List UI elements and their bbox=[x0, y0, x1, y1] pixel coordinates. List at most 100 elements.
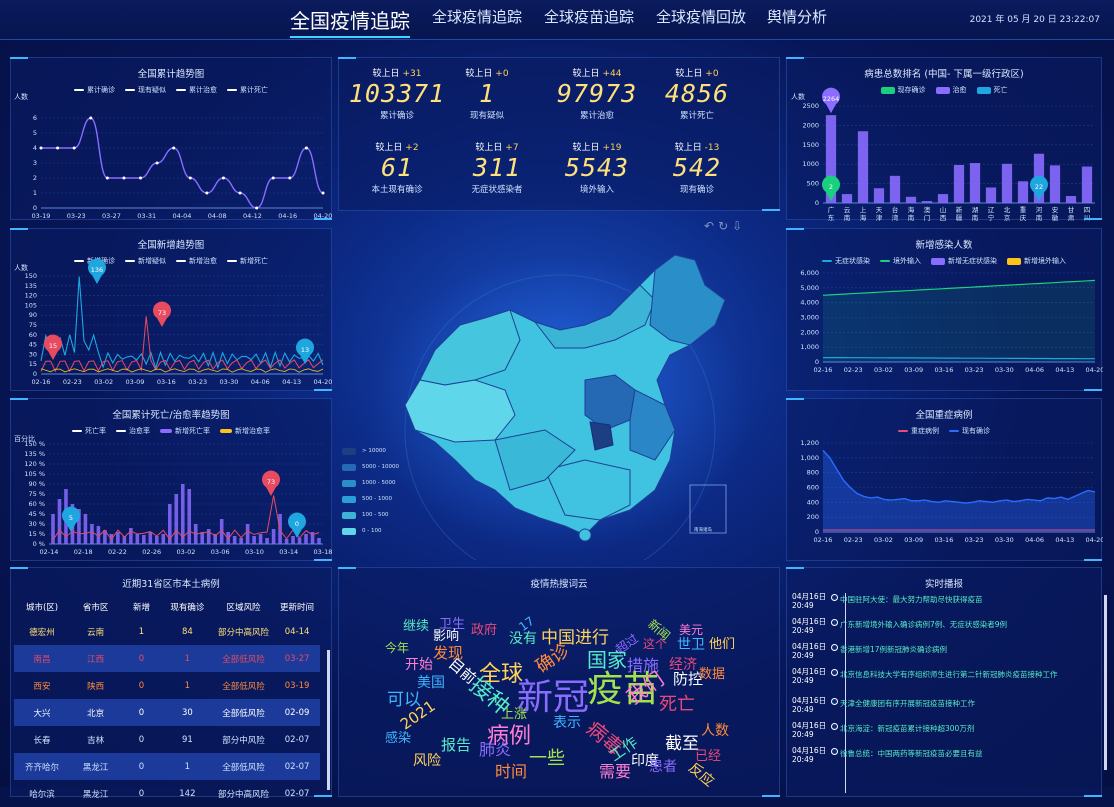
data-point bbox=[288, 176, 292, 180]
x-tick-label: 03-16 bbox=[157, 378, 176, 386]
map-legend-item[interactable]: 5000 - 10000 bbox=[342, 459, 399, 475]
table-header-cell[interactable]: 省市区 bbox=[70, 601, 121, 613]
bar bbox=[284, 539, 289, 544]
cases-scrollbar[interactable] bbox=[327, 650, 330, 790]
table-row[interactable]: 长春 吉林 0 91 部分中风险 02-07 bbox=[14, 726, 320, 753]
table-row[interactable]: 哈尔滨 黑龙江 0 142 部分中高风险 02-07 bbox=[14, 780, 320, 807]
bar bbox=[142, 535, 146, 544]
cloud-word[interactable]: 死亡 bbox=[659, 696, 695, 714]
map-legend-item[interactable]: 1000 - 5000 bbox=[342, 475, 399, 491]
cloud-word[interactable]: 继续 bbox=[403, 620, 429, 633]
cloud-word[interactable]: 确诊 bbox=[532, 640, 574, 678]
table-row[interactable]: 西安 陕西 0 1 全部低风险 03-19 bbox=[14, 672, 320, 699]
tab-sentiment[interactable]: 舆情分析 bbox=[767, 6, 827, 27]
cloud-word[interactable]: 表示 bbox=[553, 716, 581, 730]
table-row[interactable]: 南昌 江西 0 1 全部低风险 03-27 bbox=[14, 645, 320, 672]
x-tick-label: 03-18 bbox=[314, 548, 333, 556]
news-item[interactable]: 04月16日 20:49 北京信息科技大学有序组织师生进行第二针新冠肺炎疫苗接种工作 bbox=[792, 667, 1092, 696]
x-tick-label: 04-12 bbox=[243, 212, 262, 220]
table-cell: 德宏州 bbox=[29, 627, 55, 638]
cloud-word[interactable]: 他们 bbox=[709, 638, 735, 651]
y-tick-label: 60 % bbox=[28, 500, 45, 508]
tab-global[interactable]: 全球疫情追踪 bbox=[432, 6, 522, 27]
cloud-word[interactable]: 患者 bbox=[649, 760, 677, 774]
news-item[interactable]: 04月16日 20:49 广东新增境外输入确诊病例7例、无症状感染者9例 bbox=[792, 617, 1092, 642]
cloud-word[interactable]: 需要 bbox=[599, 764, 631, 780]
table-header-cell[interactable]: 区域风险 bbox=[213, 601, 274, 613]
stat-compare: 较上日 +31 bbox=[372, 69, 422, 79]
cloud-word[interactable]: 风险 bbox=[413, 754, 441, 768]
cloud-word[interactable]: 美元 bbox=[679, 624, 703, 636]
newtrend-chart: 人数 015304560759010512013515002-16 02-23 03… bbox=[14, 258, 332, 386]
tab-vaccine[interactable]: 全球疫苗追踪 bbox=[544, 6, 634, 27]
table-header-cell[interactable]: 城市(区) bbox=[14, 601, 70, 613]
cloud-word[interactable]: 今年 bbox=[385, 642, 409, 654]
cloud-word[interactable]: 国家 bbox=[587, 650, 627, 670]
trend-panel: 全国累计趋势图 累计确诊 现有疑似 累计治愈 累计死亡 人数 0 1 2 3 4 5 6 03… bbox=[10, 57, 332, 220]
cloud-word[interactable]: 世卫 bbox=[677, 638, 705, 652]
cloud-word[interactable]: 没有 bbox=[509, 632, 537, 646]
news-item[interactable]: 04月16日 20:49 香港新增17例新冠肺炎确诊病例 bbox=[792, 642, 1092, 667]
cloud-word[interactable]: 美国 bbox=[417, 676, 445, 690]
map-region-hainan bbox=[578, 528, 592, 542]
y-tick-label: 15 % bbox=[28, 530, 45, 538]
news-item[interactable]: 04月16日 20:49 徐鲁总统：中国两药等新冠疫苗必要且有益 bbox=[792, 746, 1092, 771]
tab-replay[interactable]: 全球疫情回放 bbox=[656, 6, 746, 27]
x-tick-label: 04-06 bbox=[1025, 366, 1044, 374]
table-cell: 84 bbox=[181, 626, 193, 637]
news-item[interactable]: 04月16日 20:49 中国驻阿大使：最大努力帮助尽快获得疫苗 bbox=[792, 592, 1092, 617]
map-legend-item[interactable]: 100 - 500 bbox=[342, 507, 399, 523]
bar bbox=[180, 484, 185, 544]
x-tick-label: 新 bbox=[956, 205, 963, 214]
cloud-word[interactable]: 人数 bbox=[701, 724, 729, 738]
table-header-cell[interactable]: 新增 bbox=[121, 601, 162, 613]
news-text: 北京海淀：新冠疫苗累计接种超300万剂 bbox=[840, 724, 975, 733]
x-tick-label: 南 bbox=[908, 213, 915, 221]
stat-card: 较上日 +7 311 无症状感染者 bbox=[447, 140, 547, 195]
table-row[interactable]: 大兴 北京 0 30 全部低风险 02-09 bbox=[14, 699, 320, 726]
y-tick-label: 45 % bbox=[28, 510, 45, 518]
x-tick-label: 04-13 bbox=[1055, 536, 1074, 544]
cloud-word[interactable]: 反应 bbox=[685, 760, 717, 790]
table-cell: 91 bbox=[181, 734, 193, 745]
x-tick-label: 湾 bbox=[892, 213, 899, 221]
news-item[interactable]: 04月16日 20:49 北京海淀：新冠疫苗累计接种超300万剂 bbox=[792, 721, 1092, 746]
x-tick-label: 甘 bbox=[1068, 205, 1075, 214]
x-tick-label: 04-13 bbox=[1055, 366, 1074, 374]
cloud-word[interactable]: 已经 bbox=[695, 750, 721, 763]
cloud-word[interactable]: 影响 bbox=[433, 630, 459, 643]
data-point bbox=[89, 116, 93, 120]
news-item[interactable]: 04月16日 20:49 天津全健康团有序开展新冠疫苗接种工作 bbox=[792, 696, 1092, 721]
table-row[interactable]: 齐齐哈尔 黑龙江 0 1 全部低风险 02-07 bbox=[14, 753, 320, 780]
stat-compare: 较上日 +0 bbox=[675, 69, 719, 79]
cloud-word[interactable]: 肺炎 bbox=[479, 742, 511, 758]
tab-national[interactable]: 全国疫情追踪 bbox=[290, 5, 410, 38]
map-legend-item[interactable]: > 10000 bbox=[342, 443, 399, 459]
ranking-ylabel: 人数 bbox=[791, 92, 805, 101]
table-header-cell[interactable]: 现有确诊 bbox=[162, 601, 213, 613]
cloud-word[interactable]: 一些 bbox=[529, 750, 565, 768]
cloud-word[interactable]: 政府 bbox=[471, 624, 497, 637]
stat-number: 542 bbox=[672, 153, 722, 182]
cloud-word[interactable]: 截至 bbox=[665, 736, 699, 753]
cloud-word[interactable]: 时间 bbox=[495, 764, 527, 780]
table-cell: 02-07 bbox=[284, 734, 310, 745]
table-cell: 0 bbox=[138, 653, 145, 664]
cloud-word[interactable]: 上涨 bbox=[501, 708, 527, 721]
map-legend: > 10000 5000 - 10000 1000 - 5000 500 - 1… bbox=[342, 443, 399, 539]
table-header-cell[interactable]: 更新时间 bbox=[274, 601, 320, 613]
cloud-word[interactable]: 中国进行 bbox=[541, 630, 609, 647]
cloud-word[interactable]: 感染 bbox=[385, 732, 411, 745]
x-tick-label: 东 bbox=[828, 213, 835, 221]
china-map[interactable]: 南海诸岛 bbox=[345, 230, 765, 560]
table-cell: 齐齐哈尔 bbox=[25, 762, 60, 773]
cloud-word[interactable]: 报告 bbox=[441, 738, 471, 753]
cloud-word[interactable]: 新冠 bbox=[517, 680, 589, 716]
cloud-word[interactable]: 开始 bbox=[405, 658, 433, 672]
map-legend-item[interactable]: 0 - 100 bbox=[342, 523, 399, 539]
news-scrollbar[interactable] bbox=[1104, 595, 1107, 770]
cloud-word[interactable]: 数据 bbox=[699, 668, 725, 681]
table-row[interactable]: 德宏州 云南 1 84 部分中高风险 04-14 bbox=[14, 618, 320, 645]
map-legend-item[interactable]: 500 - 1000 bbox=[342, 491, 399, 507]
cloud-word[interactable]: 这个 bbox=[643, 638, 667, 650]
